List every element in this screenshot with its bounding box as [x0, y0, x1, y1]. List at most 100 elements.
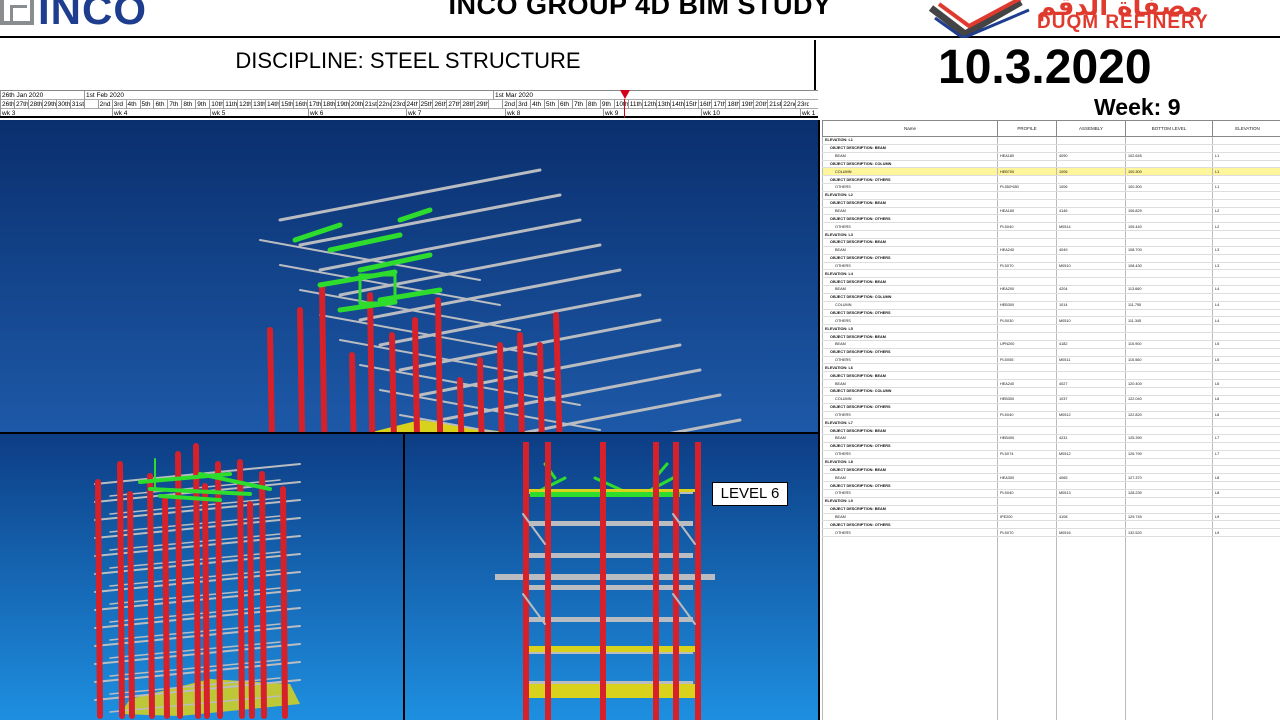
gantt-timescale[interactable]: 26th Jan 2020 1st Feb 2020 1st Mar 2020 26… [0, 90, 818, 118]
steel-model-iso [94, 443, 301, 719]
table-group-row-description[interactable]: OBJECT DESCRIPTION: OTHERS [822, 309, 1280, 318]
viewport-elevation[interactable]: LEVEL 6 [405, 434, 818, 720]
cell-empty [1056, 584, 1126, 593]
table-row[interactable]: BEAM HEA300 4065 127.370 L8 [822, 473, 1280, 483]
timescale-day: 25th [418, 100, 433, 109]
viewport-perspective-left[interactable] [0, 434, 405, 720]
cell-bottom-level [1125, 465, 1213, 475]
cell-empty [1056, 616, 1126, 625]
cell-empty [1125, 552, 1213, 561]
table-row[interactable]: BEAM HEA240 4027 120.400 L6 [822, 379, 1280, 388]
table-row[interactable]: OTHERS PL5X70 M0516 132.520 L9 [822, 528, 1280, 538]
table-group-row-elevation[interactable]: ELEVATION: L9 [822, 497, 1280, 506]
timescale-day: 4th [125, 100, 140, 109]
viewport-perspective-top[interactable] [0, 120, 818, 434]
table-row[interactable]: COLUMN HEB700 1006 100.300 L1 [822, 167, 1280, 177]
table-group-row-elevation[interactable]: ELEVATION: L3 [822, 230, 1280, 239]
table-group-row-elevation[interactable]: ELEVATION: L7 [822, 418, 1280, 428]
table-group-row-description[interactable]: OBJECT DESCRIPTION: BEAM [822, 371, 1280, 381]
table-group-row-elevation[interactable]: ELEVATION: L5 [822, 324, 1280, 334]
cell-elevation [1212, 465, 1280, 475]
table-row[interactable]: BEAM HEA200 4204 113.660 L4 [822, 285, 1280, 294]
cell-name: BEAM [822, 434, 998, 443]
cell-assembly [1056, 403, 1126, 412]
table-row[interactable]: BEAM HEB400 4231 125.390 L7 [822, 434, 1280, 443]
table-group-row-description[interactable]: OBJECT DESCRIPTION: OTHERS [822, 481, 1280, 490]
table-group-row-elevation[interactable]: ELEVATION: L4 [822, 269, 1280, 279]
table-group-row-description[interactable]: OBJECT DESCRIPTION: OTHERS [822, 403, 1280, 412]
table-empty-row [822, 680, 1280, 689]
table-group-row-description[interactable]: OBJECT DESCRIPTION: BEAM [822, 465, 1280, 475]
cell-name: OBJECT DESCRIPTION: BEAM [822, 332, 998, 341]
cell-bottom-level [1125, 144, 1213, 153]
cell-elevation: L7 [1212, 450, 1280, 459]
cell-name: COLUMN [822, 395, 998, 404]
table-group-row-description[interactable]: OBJECT DESCRIPTION: OTHERS [822, 254, 1280, 263]
col-header-name[interactable]: Name [822, 120, 998, 137]
table-group-row-elevation[interactable]: ELEVATION: L8 [822, 458, 1280, 467]
steel-column [553, 312, 563, 432]
current-date-marker-icon[interactable] [620, 90, 630, 99]
table-row[interactable]: BEAM HEA240 4049 108.700 L3 [822, 246, 1280, 255]
cell-bottom-level: 108.430 [1125, 262, 1213, 271]
cell-name: BEAM [822, 246, 998, 255]
table-group-row-elevation[interactable]: ELEVATION: L1 [822, 136, 1280, 145]
cell-profile [997, 254, 1057, 263]
table-group-row-description[interactable]: OBJECT DESCRIPTION: BEAM [822, 332, 1280, 341]
cell-profile [997, 403, 1057, 412]
col-header-bottom-level[interactable]: BOTTOM LEVEL [1125, 120, 1213, 137]
table-row[interactable]: COLUMN HEB300 1014 111.755 L4 [822, 301, 1280, 310]
table-row[interactable]: OTHERS PL5X74 M0512 126.790 L7 [822, 450, 1280, 459]
table-row[interactable]: COLUMN HEB300 1037 122.040 L6 [822, 395, 1280, 404]
cell-empty [822, 656, 998, 665]
cell-profile: HEB300 [997, 301, 1057, 310]
cell-profile [997, 387, 1057, 396]
table-group-row-description[interactable]: OBJECT DESCRIPTION: BEAM [822, 238, 1280, 247]
table-group-row-description[interactable]: OBJECT DESCRIPTION: OTHERS [822, 348, 1280, 357]
col-header-assembly[interactable]: ASSEMBLY [1056, 120, 1126, 137]
table-group-row-description[interactable]: OBJECT DESCRIPTION: BEAM [822, 199, 1280, 208]
cell-name: OBJECT DESCRIPTION: BEAM [822, 371, 998, 381]
table-group-row-description[interactable]: OBJECT DESCRIPTION: OTHERS [822, 175, 1280, 185]
table-row[interactable]: BEAM HEA160 4146 106.829 L2 [822, 207, 1280, 216]
table-row[interactable]: OTHERS PL550*650 1006 100.300 L1 [822, 183, 1280, 192]
table-group-row-description[interactable]: OBJECT DESCRIPTION: COLUMN [822, 387, 1280, 396]
table-group-row-description[interactable]: OBJECT DESCRIPTION: OTHERS [822, 442, 1280, 451]
table-group-row-description[interactable]: OBJECT DESCRIPTION: OTHERS [822, 520, 1280, 530]
cell-assembly: 1006 [1056, 183, 1126, 192]
table-row[interactable]: OTHERS PL5X70 M0510 108.430 L3 [822, 262, 1280, 271]
steel-column [349, 352, 357, 432]
table-group-row-description[interactable]: OBJECT DESCRIPTION: COLUMN [822, 160, 1280, 169]
table-group-row-description[interactable]: OBJECT DESCRIPTION: OTHERS [822, 214, 1280, 224]
cell-empty [997, 688, 1057, 697]
steel-column [695, 442, 701, 720]
cell-profile [997, 293, 1057, 302]
table-row[interactable]: OTHERS PL5X40 M0512 122.820 L6 [822, 411, 1280, 420]
cell-empty [1212, 552, 1280, 561]
table-group-row-elevation[interactable]: ELEVATION: L2 [822, 191, 1280, 200]
table-row[interactable]: OTHERS PL5X40 M0514 105.440 L2 [822, 222, 1280, 232]
table-group-row-elevation[interactable]: ELEVATION: L6 [822, 363, 1280, 373]
table-empty-row [822, 640, 1280, 649]
cell-assembly: 4108 [1056, 513, 1126, 522]
cell-elevation [1212, 442, 1280, 451]
cell-empty [1125, 616, 1213, 625]
table-row[interactable]: BEAM HEA180 4090 102.645 L1 [822, 152, 1280, 161]
cell-elevation: L7 [1212, 434, 1280, 443]
table-group-row-description[interactable]: OBJECT DESCRIPTION: BEAM [822, 426, 1280, 436]
col-header-elevation[interactable]: ELEVATION [1212, 120, 1280, 137]
table-row[interactable]: OTHERS PL5X40 M0513 128.230 L8 [822, 489, 1280, 498]
col-header-profile[interactable]: PROFILE [997, 120, 1057, 137]
table-row[interactable]: OTHERS PL5X55 M0511 115.560 L5 [822, 356, 1280, 365]
timescale-day: 21st [767, 100, 782, 109]
table-group-row-description[interactable]: OBJECT DESCRIPTION: BEAM [822, 144, 1280, 153]
cell-assembly [1056, 465, 1126, 475]
table-group-row-description[interactable]: OBJECT DESCRIPTION: BEAM [822, 505, 1280, 514]
table-group-row-description[interactable]: OBJECT DESCRIPTION: COLUMN [822, 293, 1280, 302]
table-row[interactable]: OTHERS PL5X30 M0510 111.345 L4 [822, 316, 1280, 326]
table-row[interactable]: BEAM UPN200 4182 115.900 L5 [822, 340, 1280, 349]
duqm-logo-mark-icon [928, 0, 1030, 40]
table-row[interactable]: BEAM IPE200 4108 129.745 L9 [822, 513, 1280, 522]
table-group-row-description[interactable]: OBJECT DESCRIPTION: BEAM [822, 277, 1280, 287]
steel-column [127, 491, 135, 719]
